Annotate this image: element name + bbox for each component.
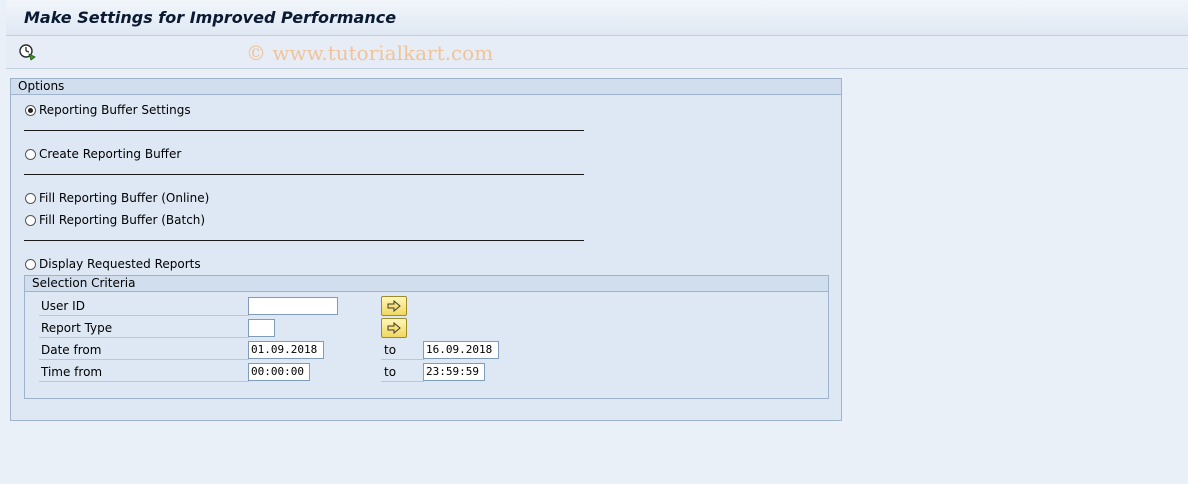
page-title: Make Settings for Improved Performance xyxy=(24,8,397,27)
date-from-label: Date from xyxy=(39,342,249,360)
date-to-input[interactable]: 16.09.2018 xyxy=(423,341,499,359)
report-type-label: Report Type xyxy=(39,320,249,338)
radio-fill-reporting-buffer-online[interactable]: Fill Reporting Buffer (Online) xyxy=(25,190,209,206)
user-id-multiple-selection-button[interactable] xyxy=(381,296,407,316)
radio-create-reporting-buffer[interactable]: Create Reporting Buffer xyxy=(25,146,181,162)
radio-label: Create Reporting Buffer xyxy=(39,147,182,161)
separator-line xyxy=(24,130,584,131)
separator-line xyxy=(24,240,584,241)
options-group: Options Reporting Buffer Settings Create… xyxy=(10,78,842,421)
execute-clock-icon xyxy=(19,44,36,61)
execute-button[interactable] xyxy=(18,43,36,61)
user-id-label: User ID xyxy=(39,298,249,316)
date-to-label: to xyxy=(381,342,424,360)
radio-reporting-buffer-settings[interactable]: Reporting Buffer Settings xyxy=(25,102,191,118)
radio-display-requested-reports[interactable]: Display Requested Reports xyxy=(25,256,201,272)
radio-button[interactable] xyxy=(25,148,36,160)
radio-label: Reporting Buffer Settings xyxy=(39,103,191,117)
selection-criteria-group: Selection Criteria User ID Report Type D… xyxy=(24,275,829,399)
time-from-input[interactable]: 00:00:00 xyxy=(248,363,310,381)
radio-fill-reporting-buffer-batch[interactable]: Fill Reporting Buffer (Batch) xyxy=(25,212,205,228)
radio-label: Display Requested Reports xyxy=(39,257,201,271)
radio-button[interactable] xyxy=(25,258,36,270)
application-toolbar: © www.tutorialkart.com xyxy=(6,36,1188,69)
date-from-input[interactable]: 01.09.2018 xyxy=(248,341,324,359)
user-id-input[interactable] xyxy=(248,297,338,315)
time-to-input[interactable]: 23:59:59 xyxy=(423,363,485,381)
options-group-title: Options xyxy=(11,79,841,95)
separator-line xyxy=(24,174,584,175)
work-area: Options Reporting Buffer Settings Create… xyxy=(6,69,1188,484)
radio-button[interactable] xyxy=(25,192,36,204)
report-type-multiple-selection-button[interactable] xyxy=(381,318,407,338)
radio-label: Fill Reporting Buffer (Batch) xyxy=(39,213,206,227)
radio-label: Fill Reporting Buffer (Online) xyxy=(39,191,210,205)
selection-criteria-title: Selection Criteria xyxy=(25,276,828,292)
arrow-right-multiple-selection-icon xyxy=(387,300,401,312)
time-from-label: Time from xyxy=(39,364,249,382)
title-bar: Make Settings for Improved Performance xyxy=(6,0,1188,36)
radio-button-selected[interactable] xyxy=(25,104,36,116)
arrow-right-multiple-selection-icon xyxy=(387,322,401,334)
watermark-text: © www.tutorialkart.com xyxy=(246,41,494,65)
time-to-label: to xyxy=(381,364,424,382)
report-type-input[interactable] xyxy=(248,319,275,337)
radio-button[interactable] xyxy=(25,214,36,226)
